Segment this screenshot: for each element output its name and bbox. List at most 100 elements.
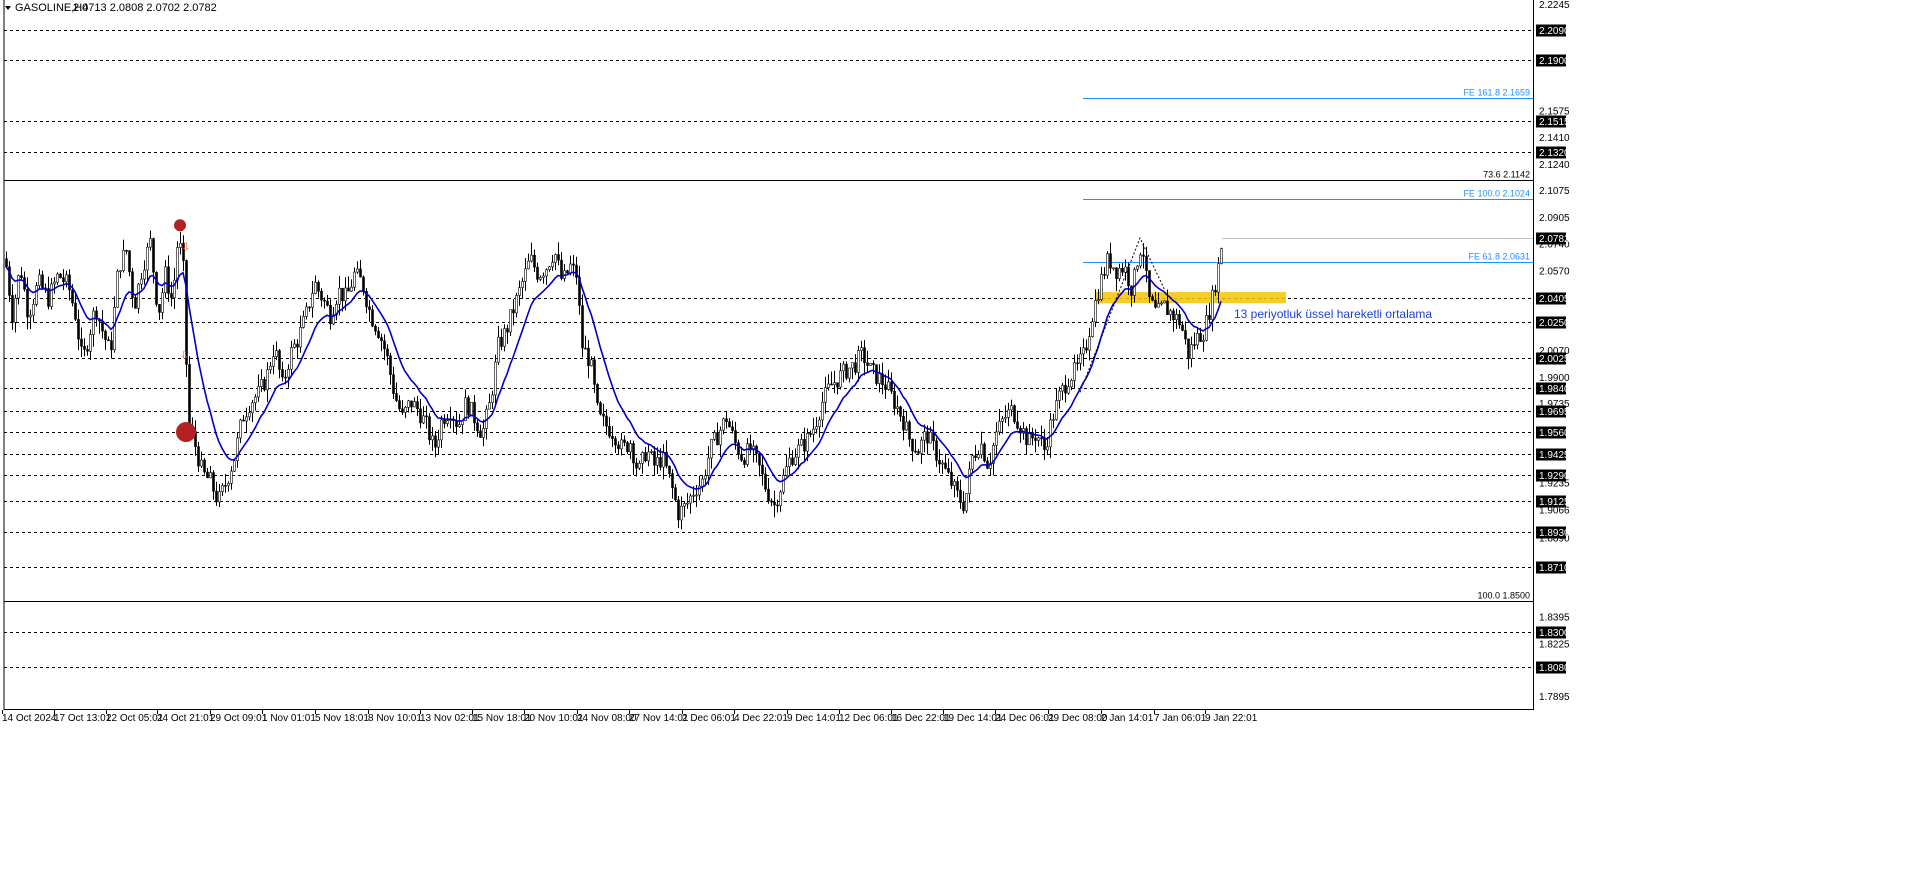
candle-body <box>458 424 461 427</box>
down-arrow-icon: ⇩ <box>181 241 190 254</box>
time-tick-label: 2 Dec 06:01 <box>682 713 736 724</box>
candle-body <box>1076 362 1079 365</box>
time-axis-labels: 14 Oct 202417 Oct 13:0122 Oct 05:0124 Oc… <box>2 710 1258 724</box>
candle-body <box>446 420 449 424</box>
candle-body <box>233 460 236 472</box>
candle-body <box>200 459 203 467</box>
candle-body <box>824 387 827 403</box>
candle-body <box>1004 417 1007 420</box>
candle-body <box>1184 330 1187 340</box>
candle-body <box>56 273 59 283</box>
candle-body <box>143 269 146 280</box>
candle-body <box>1148 270 1151 298</box>
candle-body <box>1061 384 1064 392</box>
candle-body <box>791 457 794 465</box>
candle-body <box>722 418 725 431</box>
candle-body <box>260 379 263 387</box>
candle-body <box>848 367 851 379</box>
candle-body <box>584 347 587 350</box>
candle-body <box>656 457 659 466</box>
candle-body <box>62 277 65 283</box>
candle-body <box>1043 438 1046 451</box>
candle-body <box>284 376 287 379</box>
candle-body <box>1025 428 1028 445</box>
price-tick-label: 2.1410 <box>1539 133 1570 144</box>
candle-body <box>1013 405 1016 423</box>
candle-body <box>635 462 638 469</box>
candle-body <box>1172 310 1175 321</box>
candle-body <box>650 451 653 453</box>
candle-body <box>1016 421 1019 429</box>
candle-body <box>164 266 167 294</box>
candle-body <box>410 400 413 408</box>
candle-body <box>677 499 680 521</box>
candle-body <box>959 489 962 503</box>
candle-body <box>377 330 380 338</box>
chart-header: GASOLINE,H4 2.0713 2.0808 2.0702 2.0782 <box>5 2 217 14</box>
candle-body <box>680 505 683 521</box>
candle-body <box>1136 265 1139 270</box>
candle-body <box>674 487 677 501</box>
candle-body <box>401 408 404 413</box>
level-label: 2.1515 <box>1539 117 1570 128</box>
price-tick-label: 1.8395 <box>1539 612 1570 623</box>
candle-body <box>320 290 323 301</box>
level-label: 1.9695 <box>1539 407 1570 418</box>
candle-body <box>569 263 572 274</box>
candle-body <box>167 266 170 294</box>
candle-body <box>386 348 389 357</box>
price-tick-label: 2.0905 <box>1539 213 1570 224</box>
candle-body <box>437 439 440 448</box>
candle-body <box>590 359 593 367</box>
level-label: 1.8300 <box>1539 628 1570 639</box>
candle-body <box>1178 314 1181 326</box>
candle-body <box>1175 314 1178 321</box>
candle-body <box>221 485 224 492</box>
candle-body <box>86 349 89 352</box>
candle-body <box>107 339 110 342</box>
candle-body <box>80 338 83 347</box>
candle-body <box>239 419 242 439</box>
candle-body <box>815 426 818 430</box>
candle-body <box>1214 289 1217 293</box>
candle-body <box>1040 437 1043 440</box>
time-tick-label: 7 Jan 06:01 <box>1154 713 1207 724</box>
candle-body <box>32 304 35 316</box>
candle-body <box>416 401 419 410</box>
candle-body <box>1211 289 1214 320</box>
time-tick-label: 9 Dec 14:01 <box>787 713 841 724</box>
candle-body <box>683 503 686 507</box>
candle-body <box>215 490 218 503</box>
candle-body <box>644 452 647 462</box>
candle-body <box>158 304 161 313</box>
chart-canvas[interactable]: 73.6 2.1142 100.0 1.8500 FE 161.8 2.1659 FE… <box>0 0 1916 888</box>
candle-body <box>1166 300 1169 315</box>
candle-body <box>926 431 929 444</box>
candle-body <box>29 314 32 318</box>
candle-body <box>833 382 836 386</box>
candle-body <box>311 293 314 308</box>
level-label: 2.0405 <box>1539 294 1570 305</box>
candle-body <box>359 268 362 278</box>
candle-body <box>389 355 392 375</box>
candle-body <box>533 254 536 268</box>
candle-body <box>353 271 356 288</box>
candle-body <box>809 433 812 435</box>
candle-body <box>1079 353 1082 364</box>
candle-body <box>971 455 974 470</box>
candle-body <box>869 363 872 366</box>
candle-body <box>425 415 428 418</box>
support-zone <box>1096 292 1286 304</box>
candle-body <box>242 419 245 422</box>
down-arrow-icon: ⇩ <box>180 349 189 362</box>
candle-body <box>371 309 374 327</box>
time-tick-label: 8 Nov 10:01 <box>368 713 422 724</box>
candle-body <box>74 302 77 320</box>
candle-body <box>1058 390 1061 401</box>
candle-body <box>911 438 914 452</box>
time-tick-label: 29 Dec 08:00 <box>1048 713 1108 724</box>
candle-body <box>212 472 215 492</box>
candle-body <box>647 451 650 462</box>
candle-body <box>404 407 407 413</box>
candle-body <box>155 271 158 305</box>
